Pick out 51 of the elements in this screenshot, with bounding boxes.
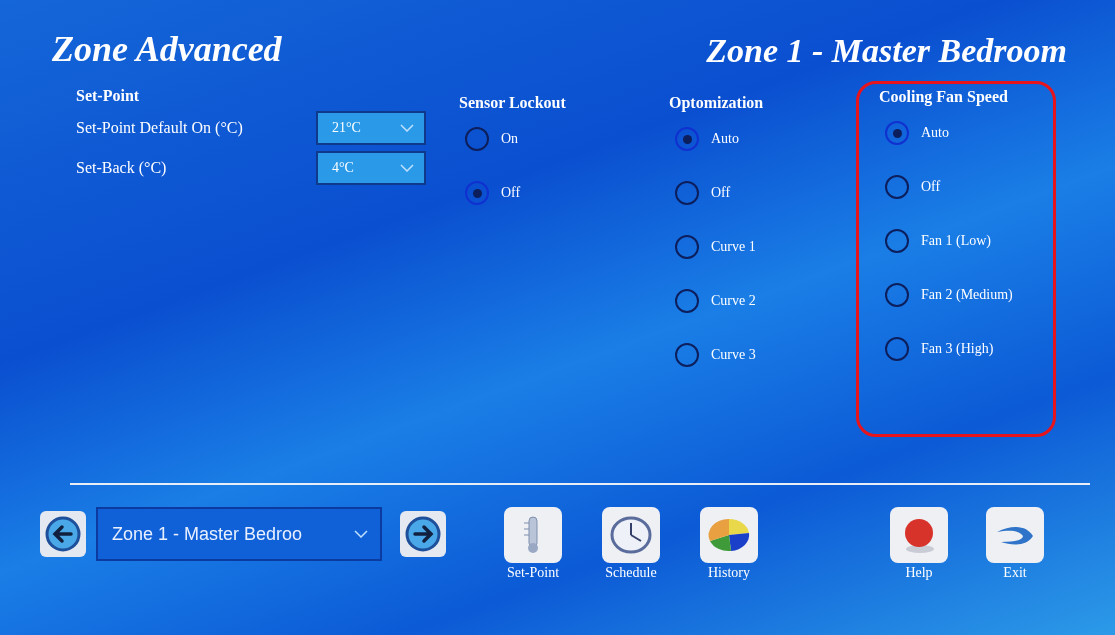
radio-option[interactable]: Curve 3 bbox=[669, 328, 853, 383]
chevron-down-icon bbox=[400, 164, 414, 173]
field-label: Set-Back (°C) bbox=[76, 159, 167, 178]
radio-button[interactable] bbox=[885, 229, 909, 254]
history-button[interactable] bbox=[700, 507, 758, 564]
radio-option[interactable]: Auto bbox=[669, 112, 853, 167]
dropdown[interactable]: 21°C bbox=[316, 111, 426, 146]
radio-option[interactable]: On bbox=[459, 112, 663, 167]
radio-option[interactable]: Curve 2 bbox=[669, 274, 853, 329]
radio-button[interactable] bbox=[885, 283, 909, 308]
button-label: Exit bbox=[1003, 565, 1027, 582]
radio-button[interactable] bbox=[885, 175, 909, 200]
radio-button[interactable] bbox=[885, 337, 909, 362]
radio-button[interactable] bbox=[675, 127, 699, 152]
zone-title: Zone 1 - Master Bedroom bbox=[706, 32, 1067, 70]
radio-button[interactable] bbox=[675, 181, 699, 206]
chevron-down-icon bbox=[354, 530, 368, 539]
zone-dropdown[interactable]: Zone 1 - Master Bedroo bbox=[96, 507, 382, 562]
radio-option[interactable]: Fan 3 (High) bbox=[879, 322, 1037, 377]
radio-option[interactable]: Fan 1 (Low) bbox=[879, 214, 1037, 269]
setpoint-button[interactable] bbox=[504, 507, 562, 564]
section-heading: Optomization bbox=[669, 94, 765, 113]
radio-option[interactable]: Auto bbox=[879, 106, 1037, 161]
chevron-down-icon bbox=[400, 124, 414, 133]
button-label: Set-Point bbox=[506, 565, 560, 582]
section-heading: Sensor Lockout bbox=[459, 94, 567, 113]
radio-button[interactable] bbox=[675, 235, 699, 260]
radio-button[interactable] bbox=[465, 181, 489, 206]
radio-button[interactable] bbox=[465, 127, 489, 152]
field-label: Set-Point Default On (°C) bbox=[76, 119, 243, 138]
radio-button[interactable] bbox=[675, 289, 699, 314]
exit-button[interactable] bbox=[986, 507, 1044, 564]
radio-option[interactable]: Curve 1 bbox=[669, 220, 853, 275]
section-heading: Set-Point bbox=[76, 87, 141, 106]
page-title: Zone Advanced bbox=[52, 29, 282, 70]
schedule-button[interactable] bbox=[602, 507, 660, 564]
button-label: History bbox=[708, 565, 750, 582]
dropdown[interactable]: 4°C bbox=[316, 151, 426, 186]
button-label: Help bbox=[905, 565, 933, 582]
radio-option[interactable]: Off bbox=[459, 166, 663, 221]
radio-button[interactable] bbox=[885, 121, 909, 146]
radio-option[interactable]: Off bbox=[669, 166, 853, 221]
button-label: Schedule bbox=[605, 565, 657, 582]
previous-button[interactable] bbox=[40, 511, 86, 558]
clock-icon bbox=[609, 515, 653, 556]
next-button[interactable] bbox=[400, 511, 446, 558]
radio-option[interactable]: Fan 2 (Medium) bbox=[879, 268, 1037, 323]
help-button[interactable] bbox=[890, 507, 948, 564]
section-heading: Cooling Fan Speed bbox=[879, 88, 1009, 107]
radio-button[interactable] bbox=[675, 343, 699, 368]
radio-option[interactable]: Off bbox=[879, 160, 1037, 215]
